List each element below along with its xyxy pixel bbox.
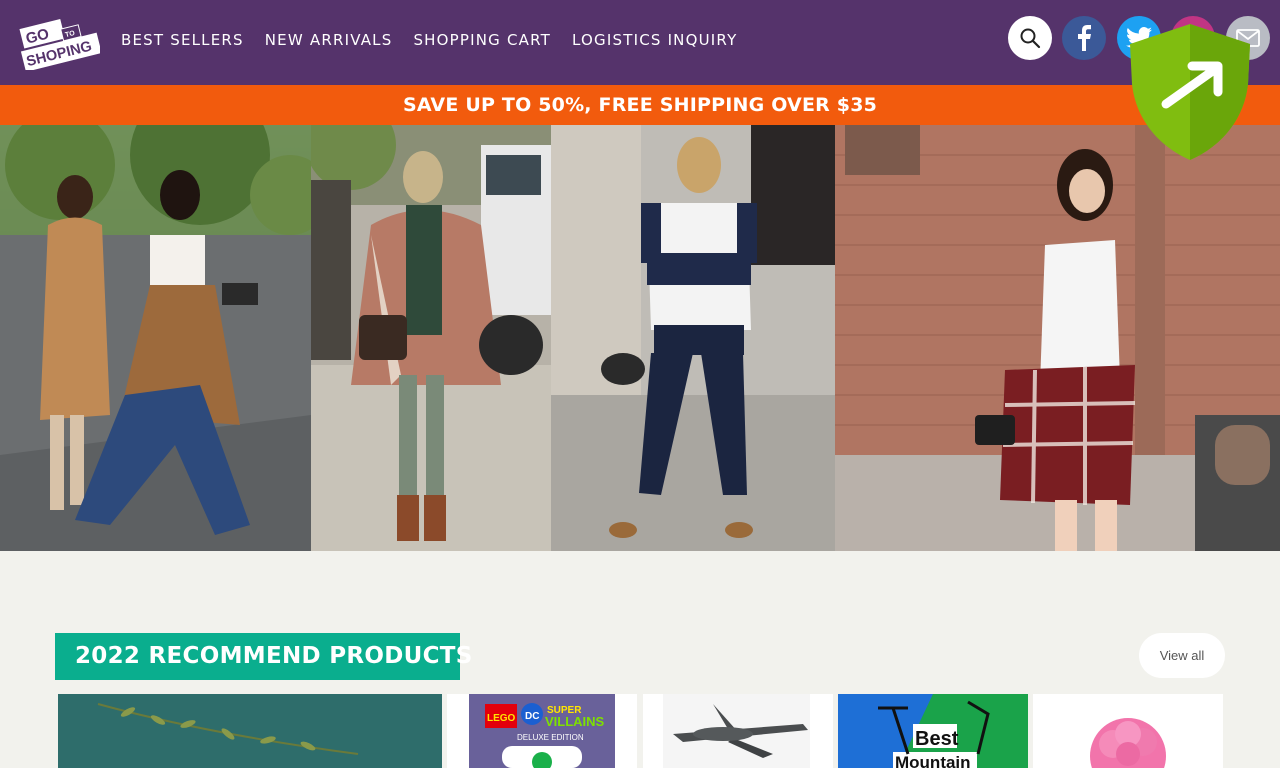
go-to-shoping-logo[interactable]: GO TO SHOPING [18,16,100,70]
svg-text:DELUXE EDITION: DELUXE EDITION [517,733,584,742]
hero-photo-3[interactable] [551,125,835,551]
svg-text:LEGO: LEGO [487,713,516,724]
nav-new-arrivals[interactable]: NEW ARRIVALS [265,31,393,49]
hero-photo-4[interactable] [835,125,1280,551]
hero-photo-1[interactable] [0,125,311,551]
product-card-3[interactable] [643,694,833,768]
hero-photo-2[interactable] [311,125,551,551]
product-image-1 [58,694,442,768]
product-card-1[interactable] [58,694,442,768]
promo-banner[interactable]: SAVE UP TO 50%, FREE SHIPPING OVER $35 [0,85,1280,125]
main-nav: BEST SELLERS NEW ARRIVALS SHOPPING CART … [121,31,737,49]
hero-gallery [0,125,1280,551]
site-header: GO TO SHOPING BEST SELLERS NEW ARRIVALS … [0,0,1280,85]
product-card-5[interactable] [1033,694,1223,768]
nav-shopping-cart[interactable]: SHOPPING CART [413,31,551,49]
shield-arrow-icon[interactable] [1128,22,1252,162]
svg-text:DC: DC [525,711,539,722]
product-image-2: LEGO DC SUPER VILLAINS DELUXE EDITION [469,694,615,768]
svg-text:Mountain: Mountain [895,753,971,768]
search-button[interactable] [1008,16,1052,60]
facebook-icon [1078,25,1091,51]
nav-logistics-inquiry[interactable]: LOGISTICS INQUIRY [572,31,737,49]
view-all-button[interactable]: View all [1139,633,1225,678]
svg-text:Best: Best [915,728,959,750]
facebook-button[interactable] [1062,16,1106,60]
product-image-3 [663,694,810,768]
product-card-4[interactable]: Best Mountain [838,694,1028,768]
section-title: 2022 RECOMMEND PRODUCTS [55,633,472,680]
product-card-2[interactable]: LEGO DC SUPER VILLAINS DELUXE EDITION [447,694,637,768]
product-image-4: Best Mountain [838,694,1028,768]
product-image-5 [1033,694,1223,768]
svg-text:VILLAINS: VILLAINS [545,714,605,729]
nav-best-sellers[interactable]: BEST SELLERS [121,31,244,49]
search-icon [1020,28,1041,49]
